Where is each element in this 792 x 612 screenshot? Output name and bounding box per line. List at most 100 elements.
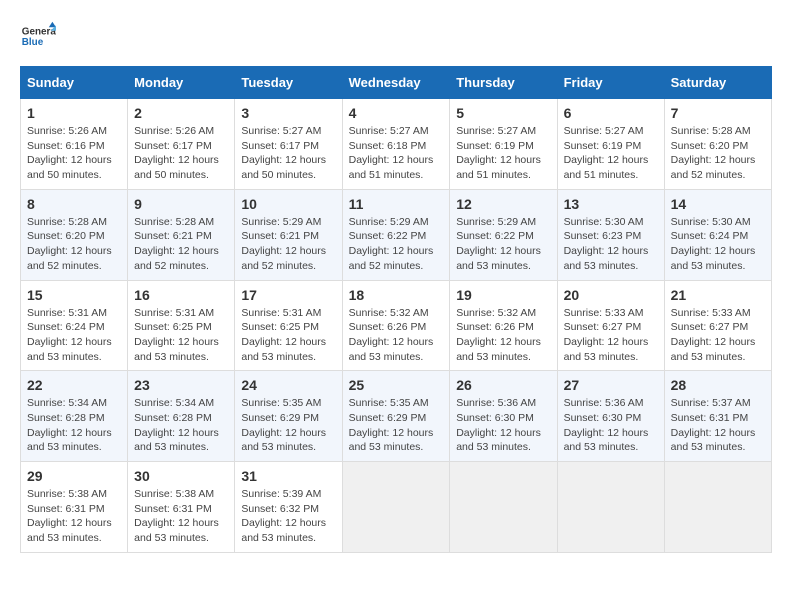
svg-text:General: General — [22, 26, 56, 37]
calendar-week-row: 1 Sunrise: 5:26 AMSunset: 6:16 PMDaylight… — [21, 99, 772, 190]
calendar-cell: 21 Sunrise: 5:33 AMSunset: 6:27 PMDayligh… — [664, 280, 771, 371]
calendar-cell: 5 Sunrise: 5:27 AMSunset: 6:19 PMDaylight… — [450, 99, 557, 190]
day-info: Sunrise: 5:31 AMSunset: 6:25 PMDaylight:… — [134, 306, 228, 365]
day-number: 15 — [27, 287, 121, 303]
page-header: General Blue — [20, 20, 772, 56]
svg-text:Blue: Blue — [22, 37, 44, 48]
day-number: 29 — [27, 468, 121, 484]
day-number: 4 — [349, 105, 444, 121]
calendar-cell: 15 Sunrise: 5:31 AMSunset: 6:24 PMDayligh… — [21, 280, 128, 371]
day-number: 5 — [456, 105, 550, 121]
day-info: Sunrise: 5:31 AMSunset: 6:25 PMDaylight:… — [241, 306, 335, 365]
day-info: Sunrise: 5:30 AMSunset: 6:24 PMDaylight:… — [671, 215, 765, 274]
day-info: Sunrise: 5:28 AMSunset: 6:21 PMDaylight:… — [134, 215, 228, 274]
calendar-cell — [557, 462, 664, 553]
calendar-cell: 2 Sunrise: 5:26 AMSunset: 6:17 PMDaylight… — [128, 99, 235, 190]
calendar-cell: 19Sunrise: 5:32 AMSunset: 6:26 PMDayligh… — [450, 280, 557, 371]
calendar-cell: 25 Sunrise: 5:35 AMSunset: 6:29 PMDayligh… — [342, 371, 450, 462]
calendar-cell: 11 Sunrise: 5:29 AMSunset: 6:22 PMDayligh… — [342, 189, 450, 280]
day-info: Sunrise: 5:26 AMSunset: 6:16 PMDaylight:… — [27, 124, 121, 183]
day-number: 17 — [241, 287, 335, 303]
calendar-cell: 13Sunrise: 5:30 AMSunset: 6:23 PMDayligh… — [557, 189, 664, 280]
day-info: Sunrise: 5:29 AMSunset: 6:21 PMDaylight:… — [241, 215, 335, 274]
day-number: 14 — [671, 196, 765, 212]
calendar-cell: 10 Sunrise: 5:29 AMSunset: 6:21 PMDayligh… — [235, 189, 342, 280]
day-number: 25 — [349, 377, 444, 393]
day-info: Sunrise: 5:38 AMSunset: 6:31 PMDaylight:… — [27, 487, 121, 546]
calendar-cell: 16 Sunrise: 5:31 AMSunset: 6:25 PMDayligh… — [128, 280, 235, 371]
day-number: 3 — [241, 105, 335, 121]
day-number: 2 — [134, 105, 228, 121]
calendar-cell — [664, 462, 771, 553]
day-number: 20 — [564, 287, 658, 303]
calendar-cell: 26 Sunrise: 5:36 AMSunset: 6:30 PMDayligh… — [450, 371, 557, 462]
day-number: 16 — [134, 287, 228, 303]
calendar-cell: 22 Sunrise: 5:34 AMSunset: 6:28 PMDayligh… — [21, 371, 128, 462]
day-number: 30 — [134, 468, 228, 484]
day-info: Sunrise: 5:29 AMSunset: 6:22 PMDaylight:… — [349, 215, 444, 274]
day-info: Sunrise: 5:27 AMSunset: 6:19 PMDaylight:… — [564, 124, 658, 183]
day-info: Sunrise: 5:33 AMSunset: 6:27 PMDaylight:… — [671, 306, 765, 365]
logo-icon: General Blue — [20, 20, 56, 56]
calendar-cell: 20 Sunrise: 5:33 AMSunset: 6:27 PMDayligh… — [557, 280, 664, 371]
calendar-cell: 17 Sunrise: 5:31 AMSunset: 6:25 PMDayligh… — [235, 280, 342, 371]
calendar-header-saturday: Saturday — [664, 67, 771, 99]
calendar-cell: 30 Sunrise: 5:38 AMSunset: 6:31 PMDayligh… — [128, 462, 235, 553]
calendar-cell: 9Sunrise: 5:28 AMSunset: 6:21 PMDaylight… — [128, 189, 235, 280]
day-number: 22 — [27, 377, 121, 393]
day-info: Sunrise: 5:27 AMSunset: 6:18 PMDaylight:… — [349, 124, 444, 183]
calendar-cell: 8 Sunrise: 5:28 AMSunset: 6:20 PMDaylight… — [21, 189, 128, 280]
day-number: 24 — [241, 377, 335, 393]
calendar-header-tuesday: Tuesday — [235, 67, 342, 99]
calendar-cell: 31Sunrise: 5:39 AMSunset: 6:32 PMDayligh… — [235, 462, 342, 553]
day-info: Sunrise: 5:26 AMSunset: 6:17 PMDaylight:… — [134, 124, 228, 183]
day-number: 1 — [27, 105, 121, 121]
day-number: 10 — [241, 196, 335, 212]
calendar-cell: 14 Sunrise: 5:30 AMSunset: 6:24 PMDayligh… — [664, 189, 771, 280]
day-number: 12 — [456, 196, 550, 212]
day-info: Sunrise: 5:33 AMSunset: 6:27 PMDaylight:… — [564, 306, 658, 365]
day-info: Sunrise: 5:34 AMSunset: 6:28 PMDaylight:… — [27, 396, 121, 455]
day-info: Sunrise: 5:29 AMSunset: 6:22 PMDaylight:… — [456, 215, 550, 274]
calendar-cell: 18Sunrise: 5:32 AMSunset: 6:26 PMDayligh… — [342, 280, 450, 371]
calendar-table: SundayMondayTuesdayWednesdayThursdayFrid… — [20, 66, 772, 553]
calendar-header-sunday: Sunday — [21, 67, 128, 99]
day-info: Sunrise: 5:38 AMSunset: 6:31 PMDaylight:… — [134, 487, 228, 546]
day-number: 31 — [241, 468, 335, 484]
day-info: Sunrise: 5:35 AMSunset: 6:29 PMDaylight:… — [241, 396, 335, 455]
logo: General Blue — [20, 20, 56, 56]
day-number: 7 — [671, 105, 765, 121]
day-info: Sunrise: 5:36 AMSunset: 6:30 PMDaylight:… — [456, 396, 550, 455]
day-info: Sunrise: 5:37 AMSunset: 6:31 PMDaylight:… — [671, 396, 765, 455]
calendar-cell: 3 Sunrise: 5:27 AMSunset: 6:17 PMDaylight… — [235, 99, 342, 190]
calendar-header-monday: Monday — [128, 67, 235, 99]
day-info: Sunrise: 5:27 AMSunset: 6:17 PMDaylight:… — [241, 124, 335, 183]
calendar-cell: 29 Sunrise: 5:38 AMSunset: 6:31 PMDayligh… — [21, 462, 128, 553]
day-number: 11 — [349, 196, 444, 212]
calendar-header-row: SundayMondayTuesdayWednesdayThursdayFrid… — [21, 67, 772, 99]
day-number: 6 — [564, 105, 658, 121]
calendar-header-thursday: Thursday — [450, 67, 557, 99]
calendar-week-row: 22 Sunrise: 5:34 AMSunset: 6:28 PMDayligh… — [21, 371, 772, 462]
calendar-cell: 6 Sunrise: 5:27 AMSunset: 6:19 PMDaylight… — [557, 99, 664, 190]
day-number: 8 — [27, 196, 121, 212]
day-number: 21 — [671, 287, 765, 303]
day-info: Sunrise: 5:36 AMSunset: 6:30 PMDaylight:… — [564, 396, 658, 455]
day-number: 27 — [564, 377, 658, 393]
calendar-header-wednesday: Wednesday — [342, 67, 450, 99]
day-info: Sunrise: 5:28 AMSunset: 6:20 PMDaylight:… — [671, 124, 765, 183]
calendar-cell: 24 Sunrise: 5:35 AMSunset: 6:29 PMDayligh… — [235, 371, 342, 462]
day-info: Sunrise: 5:27 AMSunset: 6:19 PMDaylight:… — [456, 124, 550, 183]
calendar-week-row: 15 Sunrise: 5:31 AMSunset: 6:24 PMDayligh… — [21, 280, 772, 371]
day-info: Sunrise: 5:35 AMSunset: 6:29 PMDaylight:… — [349, 396, 444, 455]
day-info: Sunrise: 5:31 AMSunset: 6:24 PMDaylight:… — [27, 306, 121, 365]
day-number: 28 — [671, 377, 765, 393]
calendar-cell: 4 Sunrise: 5:27 AMSunset: 6:18 PMDaylight… — [342, 99, 450, 190]
day-info: Sunrise: 5:34 AMSunset: 6:28 PMDaylight:… — [134, 396, 228, 455]
day-number: 18 — [349, 287, 444, 303]
day-info: Sunrise: 5:28 AMSunset: 6:20 PMDaylight:… — [27, 215, 121, 274]
day-info: Sunrise: 5:30 AMSunset: 6:23 PMDaylight:… — [564, 215, 658, 274]
calendar-cell: 28 Sunrise: 5:37 AMSunset: 6:31 PMDayligh… — [664, 371, 771, 462]
calendar-cell: 27 Sunrise: 5:36 AMSunset: 6:30 PMDayligh… — [557, 371, 664, 462]
day-number: 26 — [456, 377, 550, 393]
